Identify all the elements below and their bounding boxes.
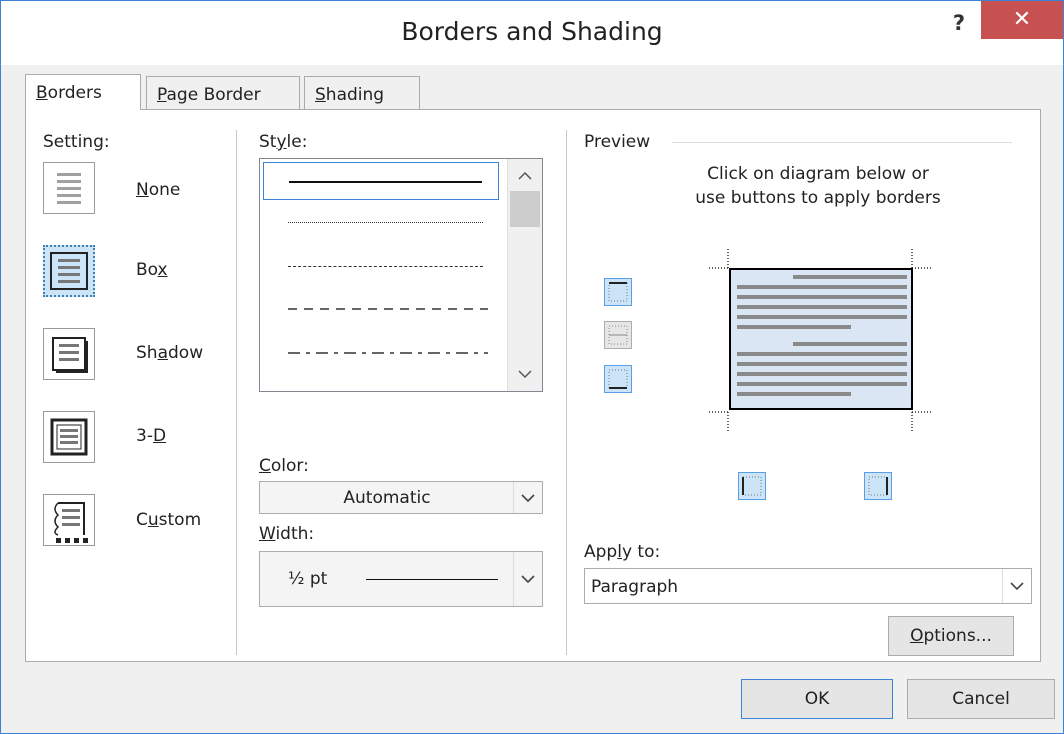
color-dropdown[interactable]: Automatic [259, 481, 543, 514]
3d-setting-icon[interactable] [43, 411, 95, 463]
apply-to-dropdown[interactable]: Paragraph [584, 568, 1032, 604]
style-heading: Style: [259, 132, 308, 152]
setting-separator [236, 130, 237, 655]
apply-to-value: Paragraph [591, 577, 679, 597]
box-preview-icon [50, 252, 88, 290]
width-heading: Width: [259, 524, 315, 544]
tab-page-border[interactable]: Page Border [146, 76, 300, 109]
tab-borders-label: Borders [36, 83, 102, 103]
close-button[interactable]: ✕ [981, 1, 1063, 39]
style-scrollbar-graphics [510, 171, 540, 379]
tab-shading-label: Shading [315, 85, 385, 105]
none-setting-icon[interactable] [43, 162, 95, 214]
preview-instruction-line2: use buttons to apply borders [695, 188, 941, 208]
dashed-line-sample [288, 308, 488, 310]
style-item-dotted[interactable] [263, 204, 499, 242]
tab-shading[interactable]: Shading [304, 76, 420, 109]
dialog-body: Borders Page Border Shading Setting: Non… [1, 65, 1063, 733]
style-listbox[interactable] [259, 158, 543, 392]
setting-box-label[interactable]: Box [136, 260, 168, 280]
tab-borders[interactable]: Borders [25, 74, 141, 110]
width-dropdown[interactable]: ½ pt [259, 551, 543, 607]
bottom-border-icon [608, 369, 628, 389]
ok-button[interactable]: OK [741, 679, 893, 719]
help-button[interactable]: ? [949, 11, 969, 37]
top-border-icon [608, 282, 628, 302]
style-item-dashed-fine[interactable] [263, 248, 499, 286]
style-scrollbar[interactable] [507, 159, 542, 391]
preview-heading-rule [672, 142, 1012, 143]
right-border-button[interactable] [864, 472, 892, 500]
custom-preview-icon [54, 502, 88, 543]
shadow-setting-icon[interactable] [43, 328, 95, 380]
cancel-button[interactable]: Cancel [907, 679, 1055, 719]
setting-custom-label[interactable]: Custom [136, 510, 201, 530]
title-bar: Borders and Shading ? ✕ [1, 1, 1063, 65]
dash-dot-line-sample [288, 352, 488, 354]
chevron-down-icon[interactable] [1002, 569, 1031, 603]
style-item-dashed[interactable] [263, 292, 499, 330]
bottom-border-button[interactable] [604, 365, 632, 393]
color-value: Automatic [343, 488, 431, 508]
right-border-icon [868, 476, 888, 496]
borders-tab-panel: Setting: None Box Shadow 3-D Custom Styl… [25, 109, 1041, 662]
dashed-fine-line-sample [288, 266, 483, 267]
style-item-solid[interactable] [263, 162, 499, 200]
setting-3d-label[interactable]: 3-D [136, 426, 166, 446]
color-heading: Color: [259, 456, 309, 476]
setting-heading: Setting: [43, 132, 110, 152]
apply-to-heading: Apply to: [584, 542, 661, 562]
style-item-dash-dot[interactable] [263, 336, 499, 374]
3d-preview-icon [50, 418, 88, 456]
inside-horizontal-border-icon [608, 325, 628, 345]
none-preview-icon [57, 173, 81, 204]
chevron-down-icon[interactable] [513, 552, 542, 606]
borders-and-shading-dialog: Borders and Shading ? ✕ Borders Page Bor… [0, 0, 1064, 734]
shadow-preview-icon [52, 337, 88, 373]
dialog-title: Borders and Shading [401, 17, 663, 46]
width-line-sample [366, 579, 498, 580]
setting-shadow-label[interactable]: Shadow [136, 343, 203, 363]
inside-horizontal-border-button[interactable] [604, 321, 632, 349]
chevron-down-icon[interactable] [513, 482, 542, 513]
close-icon: ✕ [1012, 7, 1032, 32]
preview-heading: Preview [584, 132, 651, 152]
width-value: ½ pt [288, 569, 328, 589]
options-button[interactable]: Options... [888, 616, 1014, 656]
dotted-line-sample [288, 222, 483, 223]
preview-instruction-line1: Click on diagram below or [707, 164, 929, 184]
custom-setting-icon[interactable] [43, 494, 95, 546]
solid-line-sample [289, 181, 482, 183]
style-separator [566, 130, 567, 655]
box-setting-icon[interactable] [43, 245, 95, 297]
setting-none-label[interactable]: None [136, 180, 180, 200]
tab-page-border-label: Page Border [157, 85, 261, 105]
preview-corner-marks [709, 249, 931, 431]
left-border-button[interactable] [738, 472, 766, 500]
top-border-button[interactable] [604, 278, 632, 306]
left-border-icon [742, 476, 762, 496]
